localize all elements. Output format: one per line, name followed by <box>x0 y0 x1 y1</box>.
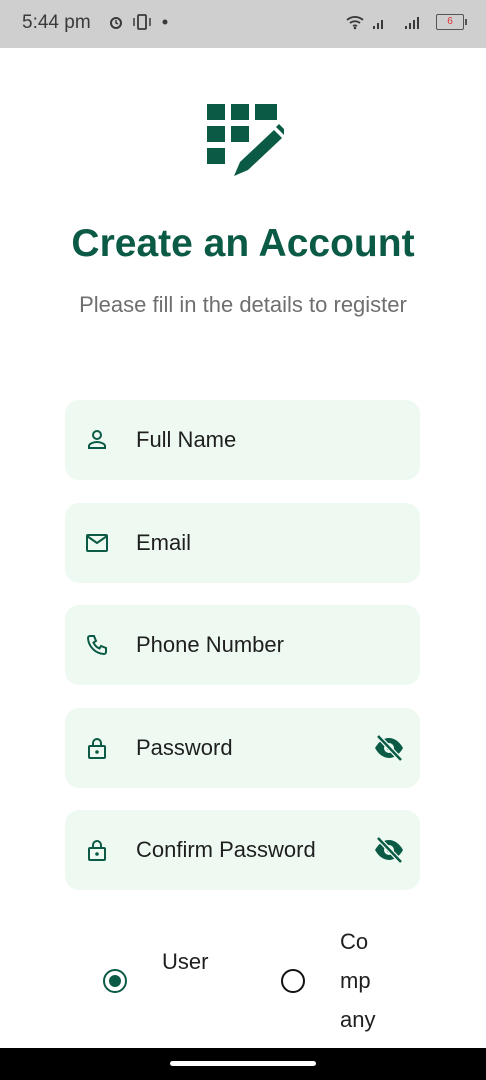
status-bar: 5:44 pm 6 <box>0 0 486 48</box>
signal-icon <box>373 20 383 29</box>
battery-level: 6 <box>447 16 453 27</box>
lock-icon <box>88 840 106 861</box>
radio-user-label[interactable]: User <box>162 942 210 981</box>
status-time: 5:44 pm <box>22 12 91 33</box>
password-label: Password <box>136 735 233 760</box>
page-title: Create an Account <box>71 222 415 265</box>
email-label: Email <box>136 530 192 555</box>
eye-off-icon[interactable] <box>374 735 404 761</box>
eye-off-icon[interactable] <box>374 837 404 863</box>
signal-icon-2 <box>405 17 419 29</box>
alarm-icon <box>110 17 122 29</box>
dot-icon <box>162 19 168 25</box>
phone-icon <box>86 635 107 656</box>
full-name-field[interactable]: Full Name <box>65 400 420 480</box>
email-field[interactable]: Email <box>65 503 420 583</box>
page-subtitle: Please fill in the details to register <box>79 292 407 317</box>
app-logo <box>207 104 284 176</box>
status-icons-left <box>108 14 170 30</box>
confirm-password-field[interactable]: Confirm Password <box>65 810 420 890</box>
full-name-label: Full Name <box>136 427 237 452</box>
password-field[interactable]: Password <box>65 708 420 788</box>
confirm-password-label: Confirm Password <box>136 837 316 862</box>
mail-icon <box>86 534 108 552</box>
person-icon <box>88 430 106 449</box>
radio-company-label[interactable]: Company <box>340 922 382 1039</box>
home-handle[interactable] <box>170 1061 316 1066</box>
radio-company[interactable] <box>281 969 305 993</box>
status-icons-right: 6 <box>346 14 467 30</box>
battery-icon: 6 <box>436 14 467 30</box>
vibrate-icon <box>133 14 151 30</box>
lock-icon <box>88 738 106 759</box>
radio-user[interactable] <box>103 969 127 993</box>
wifi-icon <box>346 16 364 30</box>
phone-field[interactable]: Phone Number <box>65 605 420 685</box>
phone-label: Phone Number <box>136 632 284 657</box>
